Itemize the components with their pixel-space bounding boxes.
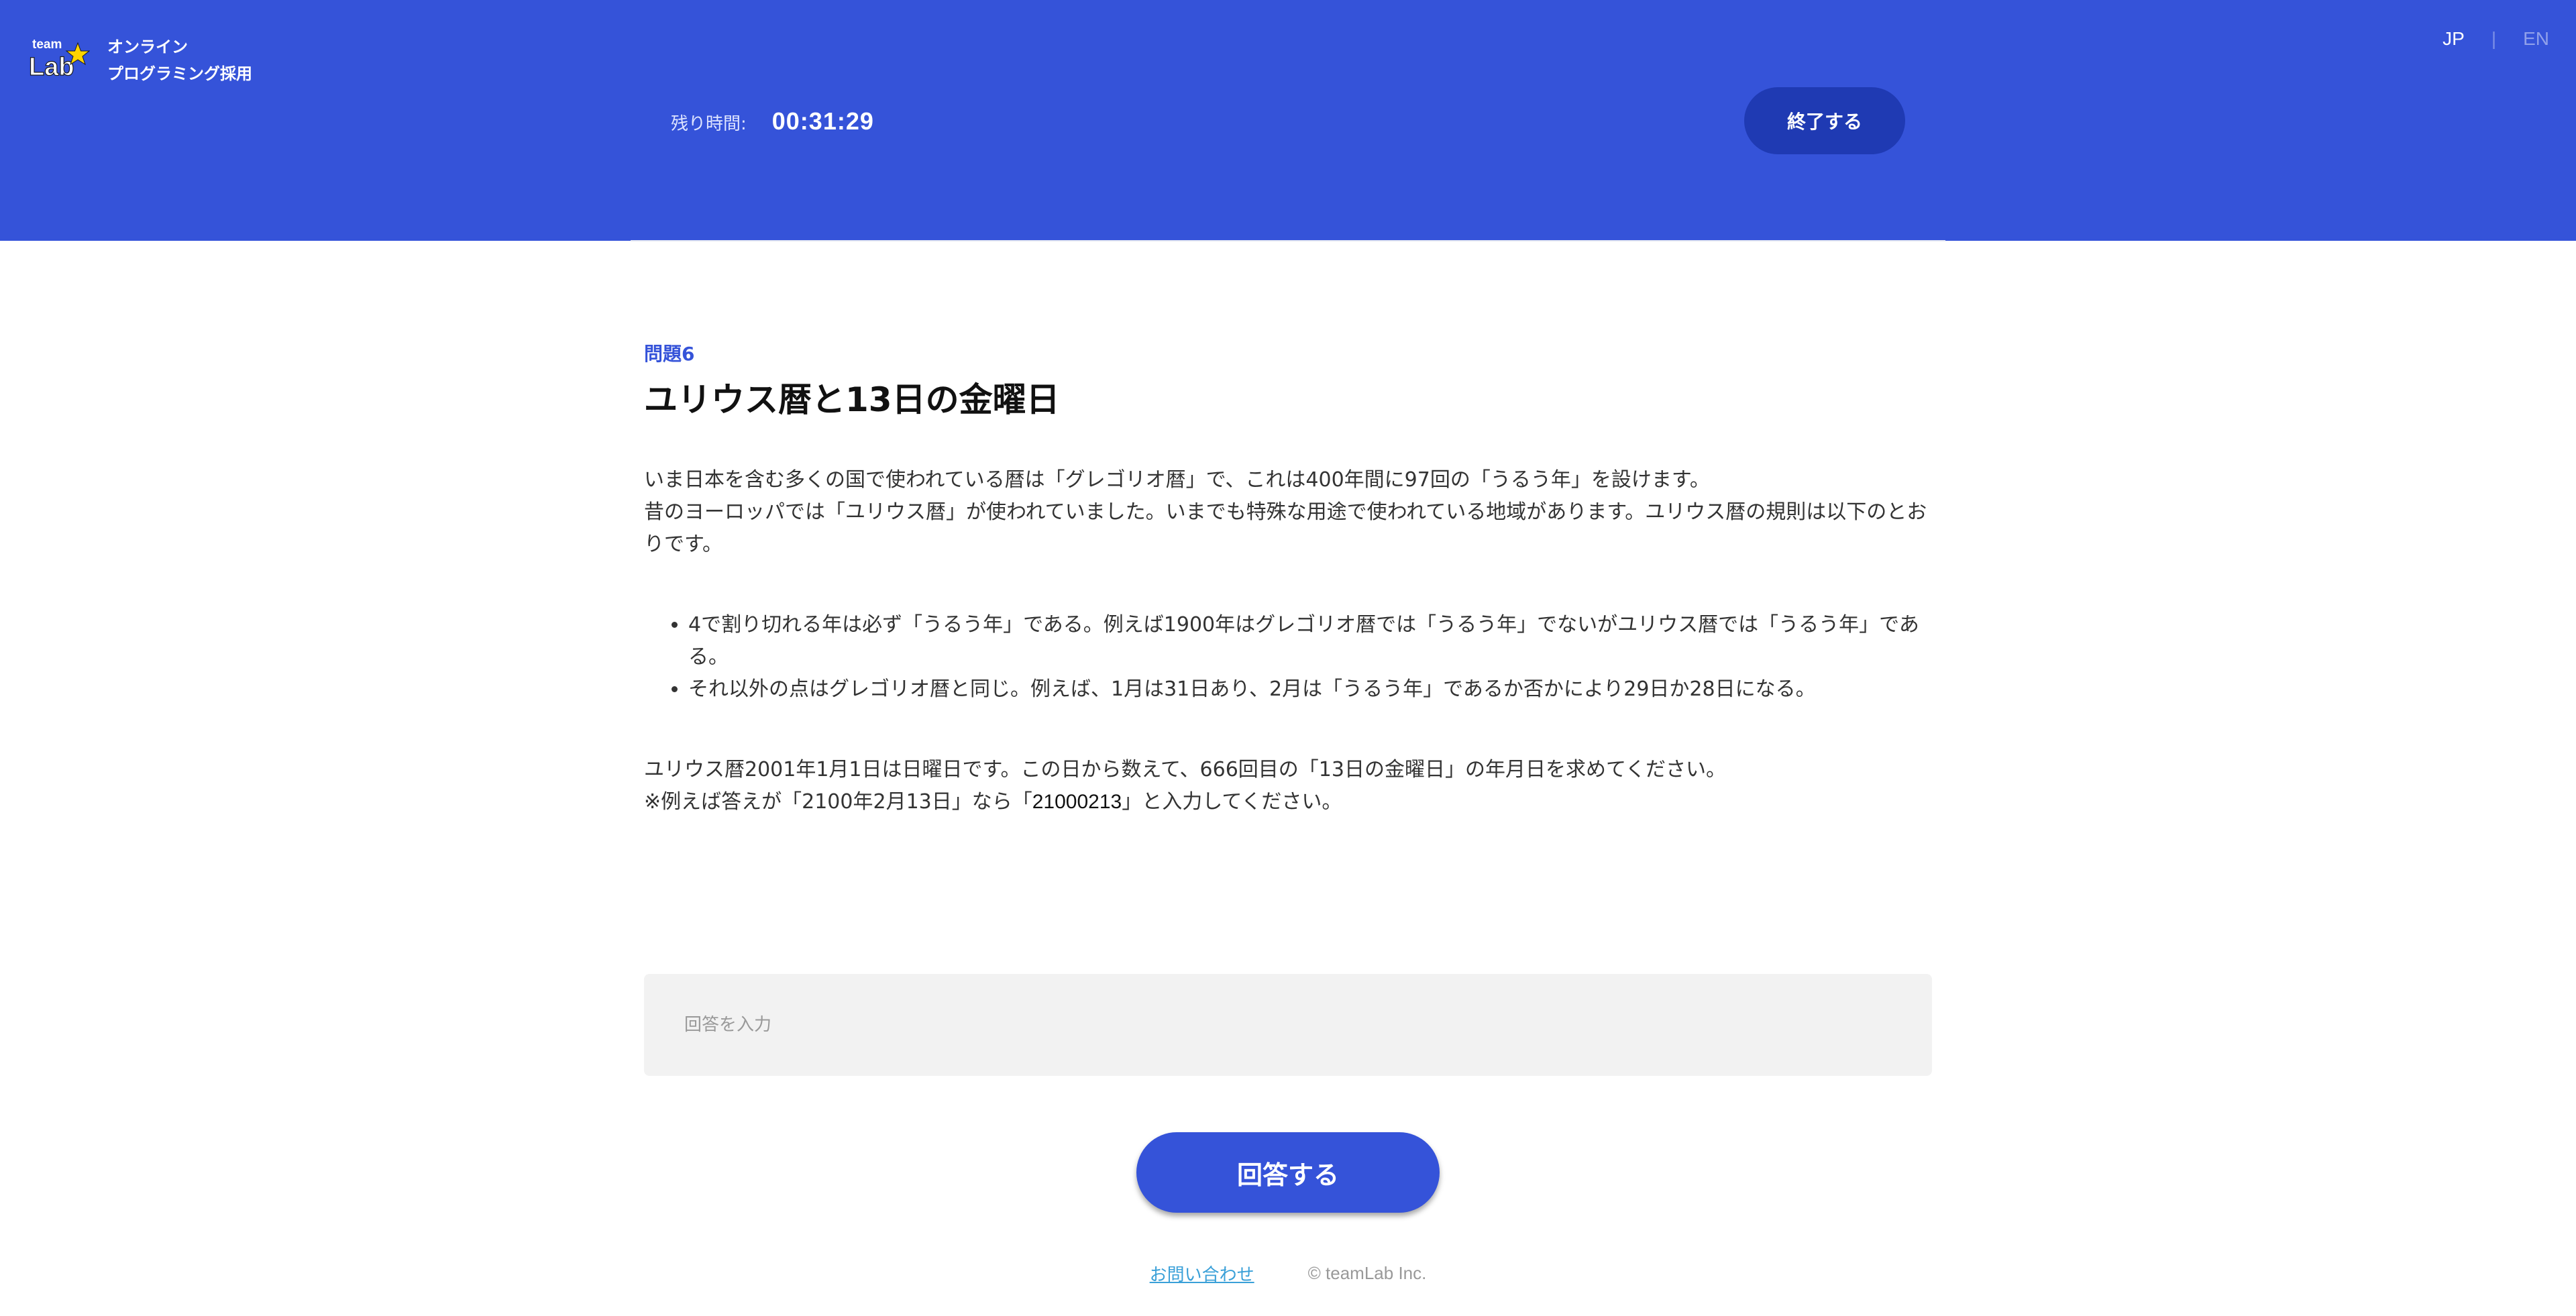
intro-line-2: 昔のヨーロッパでは「ユリウス暦」が使われていました。いまでも特殊な用途で使われて…	[644, 500, 1927, 556]
answer-input[interactable]	[644, 974, 1932, 1076]
brand-title: オンライン プログラミング採用	[107, 34, 252, 87]
rule-item: それ以外の点はグレゴリオ暦と同じ。例えば、1月は31日あり、2月は「うるう年」で…	[688, 673, 1932, 706]
question-task: ユリウス暦2001年1月1日は日曜日です。この日から数えて、666回目の「13日…	[644, 754, 1932, 818]
copyright-text: © teamLab Inc.	[1307, 1263, 1427, 1283]
task-line-2-suffix: 」と入力してください。	[1122, 790, 1342, 814]
language-switcher: JP | EN	[2443, 28, 2549, 50]
remaining-time: 残り時間: 00:31:29	[671, 107, 874, 135]
svg-text:team: team	[32, 38, 62, 52]
julian-rules-list: 4で割り切れる年は必ず「うるう年」である。例えば1900年はグレゴリオ暦では「う…	[644, 609, 1932, 706]
svg-text:Lab: Lab	[29, 53, 74, 81]
rule-item: 4で割り切れる年は必ず「うるう年」である。例えば1900年はグレゴリオ暦では「う…	[688, 609, 1932, 673]
header-bar: team Lab オンライン プログラミング採用 JP | EN 残り時間: 0…	[0, 0, 2576, 241]
teamlab-logo-icon[interactable]: team Lab	[27, 34, 91, 82]
question-title: ユリウス暦と13日の金曜日	[644, 380, 1060, 419]
contact-link[interactable]: お問い合わせ	[1150, 1261, 1254, 1286]
content-top-divider	[631, 240, 1945, 241]
lang-en-link[interactable]: EN	[2523, 28, 2549, 50]
finish-button[interactable]: 終了する	[1744, 87, 1905, 154]
timer-label: 残り時間:	[671, 114, 747, 134]
lang-separator: |	[2491, 28, 2497, 49]
question-panel: 問題6 ユリウス暦と13日の金曜日 いま日本を含む多くの国で使われている暦は「グ…	[644, 335, 1932, 818]
submit-answer-button[interactable]: 回答する	[1136, 1132, 1440, 1213]
task-line-2-prefix: ※例えば答えが「2100年2月13日」なら「	[644, 790, 1032, 814]
answer-example-code: 21000213	[1032, 791, 1122, 813]
question-intro: いま日本を含む多くの国で使われている暦は「グレゴリオ暦」で、これは400年間に9…	[644, 464, 1932, 561]
task-line-2: ※例えば答えが「2100年2月13日」なら「21000213」と入力してください…	[644, 786, 1932, 818]
timer-value: 00:31:29	[771, 107, 874, 135]
footer: お問い合わせ © teamLab Inc.	[0, 1261, 2576, 1286]
intro-line-1: いま日本を含む多くの国で使われている暦は「グレゴリオ暦」で、これは400年間に9…	[644, 468, 1710, 492]
question-number: 問題6	[644, 343, 695, 365]
lang-jp-link[interactable]: JP	[2443, 28, 2465, 50]
brand-line-1: オンライン	[107, 38, 188, 56]
brand-line-2: プログラミング採用	[107, 64, 252, 83]
task-line-1: ユリウス暦2001年1月1日は日曜日です。この日から数えて、666回目の「13日…	[644, 758, 1727, 781]
